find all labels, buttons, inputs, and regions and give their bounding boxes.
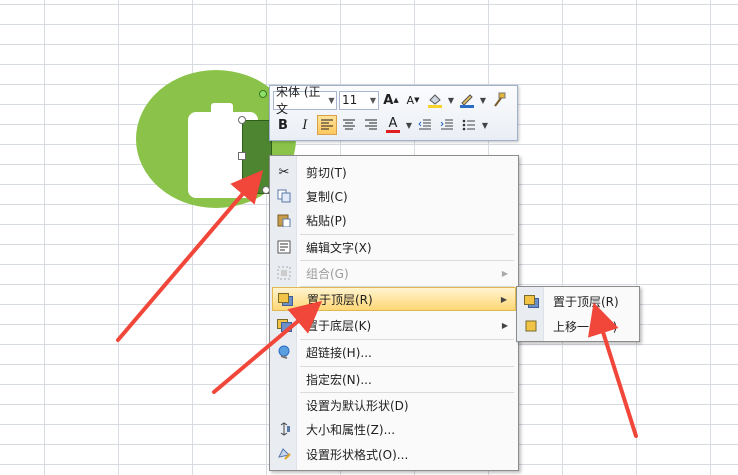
hyperlink-icon bbox=[272, 340, 296, 364]
menu-item-edit-text[interactable]: 编辑文字(X) bbox=[272, 235, 516, 259]
menu-item-label: 大小和属性(Z)... bbox=[306, 422, 396, 437]
chevron-down-icon[interactable]: ▼ bbox=[405, 121, 413, 130]
italic-icon[interactable]: I bbox=[295, 115, 315, 135]
bring-to-front-icon bbox=[519, 289, 543, 313]
align-center-icon[interactable] bbox=[339, 115, 359, 135]
menu-item-label: 上移一层(F) bbox=[553, 319, 618, 334]
group-icon bbox=[272, 261, 296, 285]
menu-item-label: 超链接(H)... bbox=[306, 345, 372, 360]
resize-handle-top-left[interactable] bbox=[238, 116, 246, 124]
format-shape-icon bbox=[272, 442, 296, 466]
context-menu: ✂ 剪切(T) 复制(C) 粘贴(P) 编辑文字(X) 组合(G) ▶ 置于顶层… bbox=[269, 155, 519, 471]
menu-item-paste[interactable]: 粘贴(P) bbox=[272, 208, 516, 232]
decrease-indent-icon[interactable] bbox=[415, 115, 435, 135]
menu-item-hyperlink[interactable]: 超链接(H)... bbox=[272, 340, 516, 364]
bring-to-front-icon bbox=[273, 287, 297, 311]
submenu-arrow-icon: ▶ bbox=[501, 268, 508, 278]
menu-item-label: 置于顶层(R) bbox=[553, 294, 619, 309]
chevron-down-icon[interactable]: ▼ bbox=[447, 96, 455, 105]
menu-item-set-default-shape[interactable]: 设置为默认形状(D) bbox=[272, 393, 516, 417]
menu-item-label: 置于顶层(R) bbox=[307, 292, 373, 307]
mini-toolbar: 宋体 (正文 ▼ 11 ▼ A ▲ A ▼ ▼ ▼ B I A ▼ ▼ bbox=[269, 85, 518, 141]
menu-item-label: 复制(C) bbox=[306, 189, 348, 204]
edit-text-icon bbox=[272, 235, 296, 259]
bold-icon[interactable]: B bbox=[273, 115, 293, 135]
line-color-icon[interactable] bbox=[457, 90, 477, 110]
font-color-icon[interactable]: A bbox=[383, 115, 403, 135]
size-icon bbox=[272, 417, 296, 441]
menu-item-size-properties[interactable]: 大小和属性(Z)... bbox=[272, 417, 516, 441]
selected-rectangle-shape[interactable] bbox=[242, 120, 272, 194]
chevron-down-icon[interactable]: ▼ bbox=[479, 96, 487, 105]
align-left-icon[interactable] bbox=[317, 115, 337, 135]
grow-font-icon[interactable]: A ▲ bbox=[381, 90, 401, 110]
menu-item-label: 编辑文字(X) bbox=[306, 240, 372, 255]
menu-item-group[interactable]: 组合(G) ▶ bbox=[272, 261, 516, 285]
send-to-back-icon bbox=[272, 313, 296, 337]
arrange-submenu: 置于顶层(R) 上移一层(F) bbox=[516, 286, 640, 342]
submenu-arrow-icon: ▶ bbox=[500, 294, 507, 304]
menu-item-format-shape[interactable]: 设置形状格式(O)... bbox=[272, 442, 516, 466]
bullets-icon[interactable] bbox=[459, 115, 479, 135]
copy-icon bbox=[272, 184, 296, 208]
chevron-down-icon[interactable]: ▼ bbox=[481, 121, 489, 130]
bring-forward-icon bbox=[519, 314, 543, 338]
resize-handle-left[interactable] bbox=[238, 152, 246, 160]
submenu-item-bring-forward[interactable]: 上移一层(F) bbox=[519, 314, 637, 338]
menu-item-bring-to-front[interactable]: 置于顶层(R) ▶ bbox=[272, 287, 516, 311]
font-size-combo[interactable]: 11 ▼ bbox=[339, 90, 379, 110]
rotation-handle[interactable] bbox=[259, 90, 267, 98]
submenu-arrow-icon: ▶ bbox=[501, 320, 508, 330]
menu-item-send-to-back[interactable]: 置于底层(K) ▶ bbox=[272, 313, 516, 337]
format-painter-icon[interactable] bbox=[489, 90, 509, 110]
paste-icon bbox=[272, 208, 296, 232]
font-size-value: 11 bbox=[342, 93, 358, 107]
menu-item-cut[interactable]: ✂ 剪切(T) bbox=[272, 160, 516, 184]
menu-item-label: 指定宏(N)... bbox=[306, 372, 372, 387]
chevron-down-icon: ▼ bbox=[328, 95, 335, 105]
font-name-combo[interactable]: 宋体 (正文 ▼ bbox=[273, 85, 337, 116]
menu-item-assign-macro[interactable]: 指定宏(N)... bbox=[272, 367, 516, 391]
fill-color-icon[interactable] bbox=[425, 90, 445, 110]
font-name-value: 宋体 (正文 bbox=[276, 85, 321, 116]
menu-item-label: 设置形状格式(O)... bbox=[306, 447, 409, 462]
submenu-item-bring-to-front[interactable]: 置于顶层(R) bbox=[519, 289, 637, 313]
menu-item-label: 设置为默认形状(D) bbox=[306, 398, 409, 413]
shrink-font-icon[interactable]: A ▼ bbox=[403, 90, 423, 110]
menu-item-label: 组合(G) bbox=[306, 266, 349, 281]
align-right-icon[interactable] bbox=[361, 115, 381, 135]
chevron-down-icon: ▼ bbox=[369, 95, 377, 105]
menu-item-copy[interactable]: 复制(C) bbox=[272, 184, 516, 208]
menu-item-label: 剪切(T) bbox=[306, 165, 347, 180]
increase-indent-icon[interactable] bbox=[437, 115, 457, 135]
menu-item-label: 置于底层(K) bbox=[306, 318, 372, 333]
scissors-icon: ✂ bbox=[278, 164, 290, 180]
menu-item-label: 粘贴(P) bbox=[306, 213, 347, 228]
